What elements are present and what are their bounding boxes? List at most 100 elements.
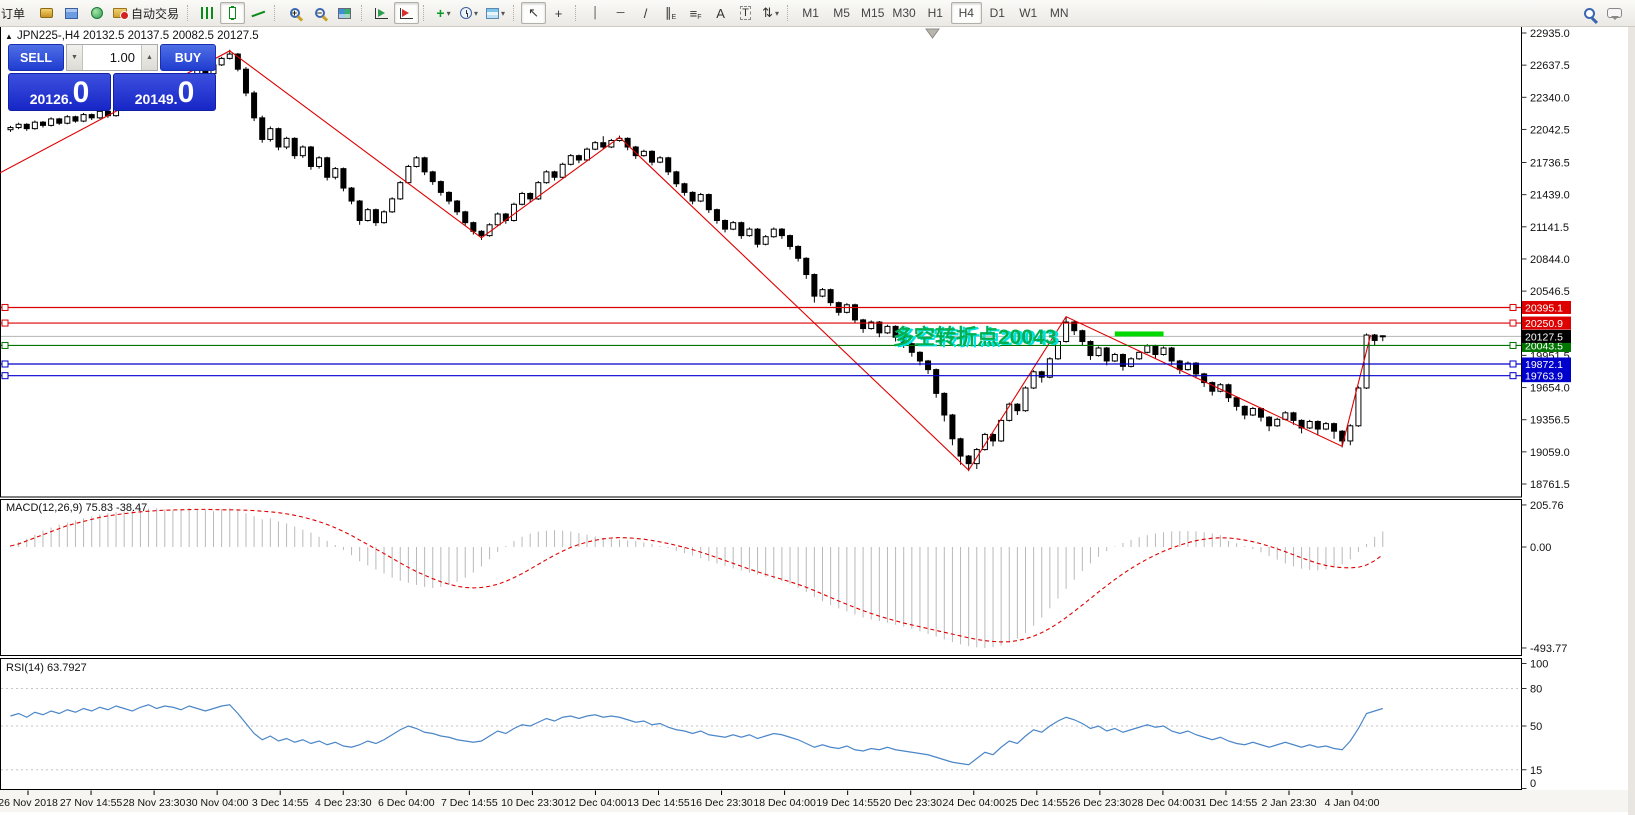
autotrading-button[interactable]: 自动交易 bbox=[109, 2, 183, 24]
price-tick-label: 21141.5 bbox=[1530, 222, 1569, 234]
vertical-line-tool-button[interactable]: │ bbox=[583, 2, 608, 24]
macd-label: MACD(12,26,9) 75.83 -38.47 bbox=[6, 502, 147, 514]
tf-m1[interactable]: M1 bbox=[795, 2, 826, 24]
time-tick-label: 2 Jan 23:30 bbox=[1262, 797, 1317, 809]
buy-button[interactable]: BUY bbox=[160, 44, 216, 71]
new-order-icon-button[interactable] bbox=[34, 2, 59, 24]
rsi-tick-label: 50 bbox=[1530, 721, 1542, 733]
sell-button[interactable]: SELL bbox=[8, 44, 64, 71]
horizontal-line-tool-button[interactable]: ─ bbox=[608, 2, 633, 24]
zoom-out-button[interactable] bbox=[307, 2, 332, 24]
line-chart-icon bbox=[249, 5, 265, 17]
time-tick-label: 6 Dec 04:00 bbox=[378, 797, 435, 809]
horizontal-line-icon: ─ bbox=[617, 7, 625, 19]
community-chat-button[interactable] bbox=[1602, 2, 1627, 24]
time-tick-label: 18 Dec 04:00 bbox=[753, 797, 816, 809]
candlestick-chart-button[interactable] bbox=[220, 2, 245, 24]
trendline-icon: / bbox=[644, 6, 648, 21]
crosshair-tool-button[interactable]: + bbox=[546, 2, 571, 24]
sell-price-big-digit: 0 bbox=[73, 79, 90, 107]
new-order-label: 新订单 bbox=[0, 5, 25, 22]
crosshair-icon: + bbox=[555, 6, 563, 21]
arrows-tool-button[interactable]: ⇅▾ bbox=[758, 2, 783, 24]
tf-w1[interactable]: W1 bbox=[1013, 2, 1044, 24]
periods-button[interactable]: ▾ bbox=[456, 2, 482, 24]
chart-canvas[interactable]: 22935.022637.522340.022042.521736.521439… bbox=[0, 0, 1635, 815]
time-tick-label: 12 Dec 04:00 bbox=[564, 797, 627, 809]
price-tick-label: 21439.0 bbox=[1530, 190, 1570, 202]
time-tick-label: 24 Dec 04:00 bbox=[943, 797, 1006, 809]
dropdown-icon: ▾ bbox=[775, 9, 779, 18]
price-tag-19763.9: 19763.9 bbox=[1522, 369, 1571, 383]
fibonacci-tool-button[interactable]: ≡F bbox=[683, 2, 708, 24]
tf-m5[interactable]: M5 bbox=[826, 2, 857, 24]
price-tick-label: 21736.5 bbox=[1530, 158, 1570, 170]
panel-collapse-icon[interactable]: ▲ bbox=[5, 32, 13, 41]
navigator-button[interactable] bbox=[84, 2, 109, 24]
tf-h4[interactable]: H4 bbox=[951, 2, 982, 24]
tf-h1[interactable]: H1 bbox=[920, 2, 951, 24]
main-chart-panel[interactable] bbox=[1, 27, 1522, 498]
hline-right-handle[interactable] bbox=[1510, 361, 1516, 367]
chart-shift-button[interactable] bbox=[394, 2, 419, 24]
templates-button[interactable]: ▾ bbox=[482, 2, 509, 24]
toolbar-grip bbox=[787, 5, 791, 21]
cursor-tool-button[interactable]: ↖ bbox=[521, 2, 546, 24]
cursor-icon: ↖ bbox=[528, 5, 539, 21]
hline-right-handle[interactable] bbox=[1510, 320, 1516, 326]
time-tick-label: 26 Nov 2018 bbox=[0, 797, 58, 809]
price-tick-label: 20546.5 bbox=[1530, 286, 1570, 298]
hline-right-handle[interactable] bbox=[1510, 373, 1516, 379]
highlighted-trend-segment[interactable] bbox=[1115, 331, 1164, 336]
search-button[interactable] bbox=[1577, 2, 1602, 24]
macd-panel[interactable] bbox=[1, 500, 1522, 656]
buy-price-display[interactable]: 20149.0 bbox=[113, 73, 216, 111]
market-watch-button[interactable] bbox=[59, 2, 84, 24]
hline-left-handle[interactable] bbox=[2, 304, 8, 310]
hline-right-handle[interactable] bbox=[1510, 342, 1516, 348]
sell-price-display[interactable]: 20126.0 bbox=[8, 73, 111, 111]
hline-left-handle[interactable] bbox=[2, 342, 8, 348]
price-tag-20250.9: 20250.9 bbox=[1522, 317, 1571, 331]
tile-windows-icon bbox=[338, 8, 351, 19]
line-chart-button[interactable] bbox=[245, 2, 270, 24]
indicators-icon: + bbox=[436, 5, 444, 21]
bar-chart-button[interactable] bbox=[195, 2, 220, 24]
rsi-tick-label: 80 bbox=[1530, 684, 1542, 696]
zoom-in-button[interactable] bbox=[282, 2, 307, 24]
channel-tool-button[interactable]: ∥E bbox=[658, 2, 683, 24]
text-tool-button[interactable]: A bbox=[708, 2, 733, 24]
volume-up-button[interactable]: ▲ bbox=[141, 45, 157, 70]
time-tick-label: 7 Dec 14:55 bbox=[441, 797, 498, 809]
annotation-text[interactable]: 多空转折点20043 bbox=[893, 325, 1056, 349]
market-watch-icon bbox=[65, 8, 78, 19]
tf-mn[interactable]: MN bbox=[1044, 2, 1075, 24]
volume-input[interactable]: 1.00 bbox=[83, 45, 141, 70]
volume-down-button[interactable]: ▼ bbox=[67, 45, 83, 70]
zoom-in-icon bbox=[290, 8, 300, 18]
hline-left-handle[interactable] bbox=[2, 320, 8, 326]
chat-icon bbox=[1607, 8, 1622, 18]
tf-d1[interactable]: D1 bbox=[982, 2, 1013, 24]
indicators-button[interactable]: +▾ bbox=[431, 2, 456, 24]
text-label-tool-button[interactable]: T bbox=[733, 2, 758, 24]
trendline-tool-button[interactable]: / bbox=[633, 2, 658, 24]
time-tick-label: 4 Dec 23:30 bbox=[315, 797, 372, 809]
rsi-tick-label: 15 bbox=[1530, 765, 1542, 777]
time-tick-label: 13 Dec 14:55 bbox=[627, 797, 690, 809]
tf-m30[interactable]: M30 bbox=[888, 2, 919, 24]
tile-windows-button[interactable] bbox=[332, 2, 357, 24]
hline-left-handle[interactable] bbox=[2, 373, 8, 379]
hline-left-handle[interactable] bbox=[2, 361, 8, 367]
hline-right-handle[interactable] bbox=[1510, 304, 1516, 310]
new-order-button[interactable]: 新订单 bbox=[0, 2, 34, 24]
chart-shift-icon bbox=[400, 8, 413, 19]
auto-scroll-button[interactable] bbox=[369, 2, 394, 24]
fibonacci-sub-label: F bbox=[697, 14, 701, 21]
arrows-icon: ⇅ bbox=[762, 5, 773, 21]
autotrading-label: 自动交易 bbox=[131, 5, 179, 22]
search-icon bbox=[1584, 8, 1595, 19]
tf-m15[interactable]: M15 bbox=[857, 2, 888, 24]
fibonacci-icon: ≡ bbox=[690, 6, 698, 21]
rsi-tick-label: 0 bbox=[1530, 778, 1536, 790]
